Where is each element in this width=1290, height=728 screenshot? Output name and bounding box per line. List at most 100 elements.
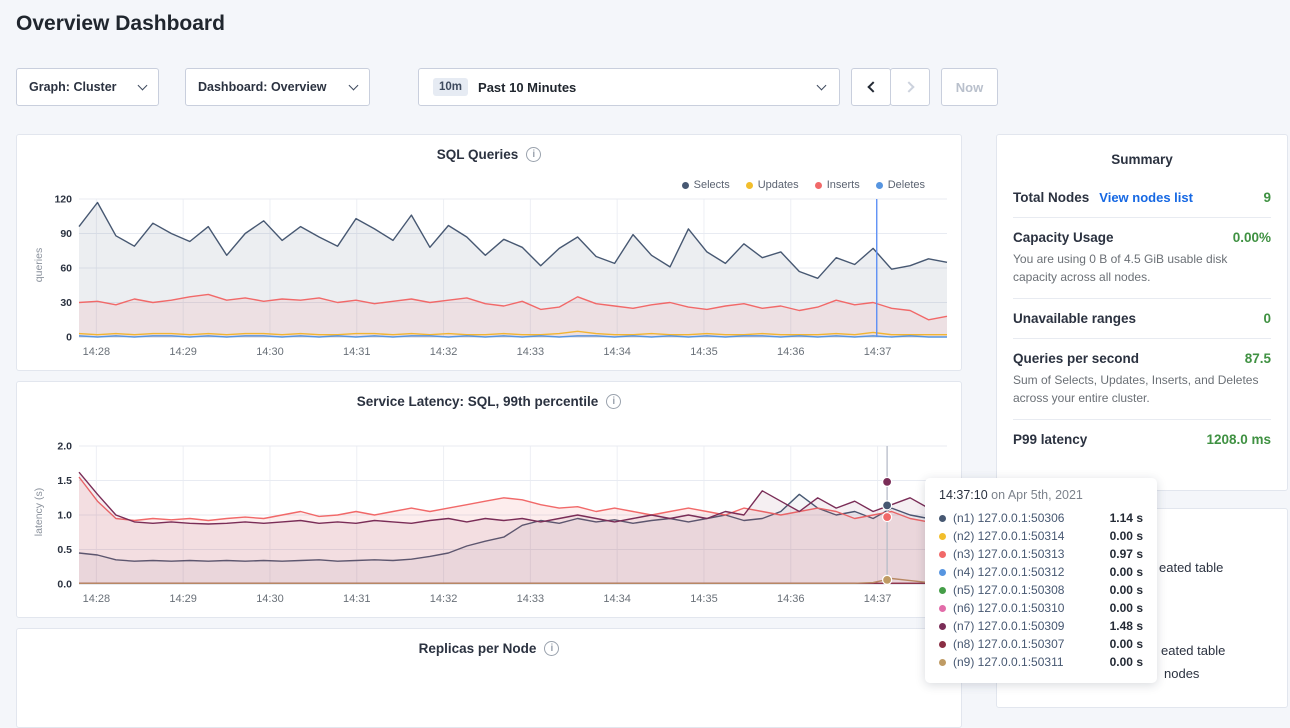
node-address: (n3) 127.0.0.1:50313: [953, 547, 1064, 561]
svg-text:14:36: 14:36: [777, 346, 805, 358]
queries-per-second-label: Queries per second: [1013, 351, 1139, 366]
chart-legend: Selects Updates Inserts Deletes: [682, 179, 925, 191]
node-address: (n2) 127.0.0.1:50314: [953, 529, 1064, 543]
chevron-down-icon: [349, 80, 359, 90]
p99-latency-stat: P99 latency 1208.0 ms: [1013, 419, 1271, 459]
tooltip-node-row: (n4) 127.0.0.1:503120.00 s: [939, 563, 1143, 581]
latency-value: 1.48 s: [1110, 619, 1143, 633]
svg-text:14:29: 14:29: [169, 593, 197, 605]
node-address: (n5) 127.0.0.1:50308: [953, 583, 1064, 597]
service-latency-chart[interactable]: 14:2814:2914:3014:3114:3214:3314:3414:35…: [33, 438, 953, 610]
latency-value: 0.97 s: [1110, 547, 1143, 561]
capacity-usage-value: 0.00%: [1233, 230, 1271, 245]
chart-title: Replicas per Node i: [17, 641, 961, 656]
legend-item-selects: Selects: [682, 179, 730, 191]
svg-text:14:31: 14:31: [343, 593, 371, 605]
time-window-prev-button[interactable]: [851, 68, 891, 106]
sql-queries-chart[interactable]: 14:2814:2914:3014:3114:3214:3314:3414:35…: [33, 191, 953, 363]
svg-text:0.5: 0.5: [57, 544, 72, 556]
node-address: (n6) 127.0.0.1:50310: [953, 601, 1064, 615]
sql-queries-card: SQL Queries i Selects Updates Inserts De…: [16, 134, 962, 371]
unavailable-ranges-label: Unavailable ranges: [1013, 311, 1136, 326]
info-icon[interactable]: i: [544, 641, 559, 656]
graph-scope-dropdown[interactable]: Graph: Cluster: [16, 68, 159, 106]
legend-item-updates: Updates: [746, 179, 799, 191]
svg-text:60: 60: [60, 263, 72, 275]
time-range-picker[interactable]: 10m Past 10 Minutes: [418, 68, 840, 106]
series-color-dot: [939, 569, 946, 576]
svg-text:14:31: 14:31: [343, 346, 371, 358]
chart-title: Service Latency: SQL, 99th percentile i: [17, 394, 961, 409]
svg-text:14:37: 14:37: [864, 346, 892, 358]
svg-text:14:32: 14:32: [430, 346, 458, 358]
event-text-fragment: eated table: [1161, 643, 1225, 658]
unavailable-ranges-value: 0: [1263, 311, 1271, 326]
dashboard-dropdown-label: Dashboard: Overview: [198, 80, 327, 94]
svg-text:14:29: 14:29: [169, 346, 197, 358]
tooltip-node-row: (n1) 127.0.0.1:503061.14 s: [939, 509, 1143, 527]
total-nodes-stat: Total Nodes View nodes list 9: [1013, 178, 1271, 217]
latency-value: 0.00 s: [1110, 601, 1143, 615]
info-icon[interactable]: i: [526, 147, 541, 162]
tooltip-timestamp: 14:37:10 on Apr 5th, 2021: [939, 488, 1143, 502]
svg-text:14:35: 14:35: [690, 593, 718, 605]
queries-per-second-value: 87.5: [1245, 351, 1271, 366]
svg-text:14:28: 14:28: [83, 346, 111, 358]
sql-queries-title: SQL Queries: [437, 147, 519, 162]
latency-value: 1.14 s: [1110, 511, 1143, 525]
total-nodes-label: Total Nodes: [1013, 190, 1089, 205]
tooltip-node-row: (n7) 127.0.0.1:503091.48 s: [939, 617, 1143, 635]
svg-text:14:28: 14:28: [83, 593, 111, 605]
chevron-right-icon: [903, 81, 914, 92]
capacity-usage-stat: Capacity Usage 0.00% You are using 0 B o…: [1013, 217, 1271, 298]
series-color-dot: [939, 641, 946, 648]
time-window-next-button[interactable]: [890, 68, 930, 106]
replicas-per-node-card: Replicas per Node i: [16, 628, 962, 728]
series-color-dot: [939, 605, 946, 612]
now-button[interactable]: Now: [941, 68, 998, 106]
svg-text:14:34: 14:34: [603, 593, 631, 605]
p99-latency-value: 1208.0 ms: [1206, 432, 1271, 447]
chevron-down-icon: [138, 80, 148, 90]
series-color-dot: [939, 515, 946, 522]
series-color-dot: [939, 551, 946, 558]
svg-text:14:30: 14:30: [256, 346, 284, 358]
event-text-fragment: nodes: [1164, 666, 1199, 681]
capacity-usage-subtext: You are using 0 B of 4.5 GiB usable disk…: [1013, 250, 1271, 286]
svg-text:14:35: 14:35: [690, 346, 718, 358]
latency-value: 0.00 s: [1110, 529, 1143, 543]
series-color-dot: [939, 659, 946, 666]
deletes-color-dot: [876, 182, 883, 189]
inserts-color-dot: [815, 182, 822, 189]
chart-title: SQL Queries i: [17, 147, 961, 162]
node-address: (n9) 127.0.0.1:50311: [953, 655, 1064, 669]
svg-text:14:32: 14:32: [430, 593, 458, 605]
svg-text:14:33: 14:33: [517, 593, 545, 605]
queries-per-second-stat: Queries per second 87.5 Sum of Selects, …: [1013, 338, 1271, 419]
svg-text:0: 0: [66, 332, 72, 344]
event-text-fragment: eated table: [1159, 560, 1223, 575]
latency-value: 0.00 s: [1110, 583, 1143, 597]
legend-item-inserts: Inserts: [815, 179, 860, 191]
p99-latency-label: P99 latency: [1013, 432, 1087, 447]
time-range-label: Past 10 Minutes: [478, 80, 576, 95]
node-address: (n8) 127.0.0.1:50307: [953, 637, 1064, 651]
service-latency-card: Service Latency: SQL, 99th percentile i …: [16, 381, 962, 618]
updates-color-dot: [746, 182, 753, 189]
legend-item-deletes: Deletes: [876, 179, 925, 191]
node-address: (n4) 127.0.0.1:50312: [953, 565, 1064, 579]
info-icon[interactable]: i: [606, 394, 621, 409]
series-color-dot: [939, 623, 946, 630]
svg-text:30: 30: [60, 297, 72, 309]
svg-text:14:34: 14:34: [603, 346, 631, 358]
time-range-badge: 10m: [433, 78, 468, 96]
svg-text:1.0: 1.0: [57, 510, 72, 522]
view-nodes-list-link[interactable]: View nodes list: [1099, 190, 1193, 205]
queries-per-second-subtext: Sum of Selects, Updates, Inserts, and De…: [1013, 371, 1271, 407]
chevron-left-icon: [867, 81, 878, 92]
dashboard-dropdown[interactable]: Dashboard: Overview: [185, 68, 370, 106]
latency-value: 0.00 s: [1110, 655, 1143, 669]
page-title: Overview Dashboard: [16, 12, 225, 36]
total-nodes-value: 9: [1263, 190, 1271, 205]
summary-title: Summary: [1013, 135, 1271, 178]
